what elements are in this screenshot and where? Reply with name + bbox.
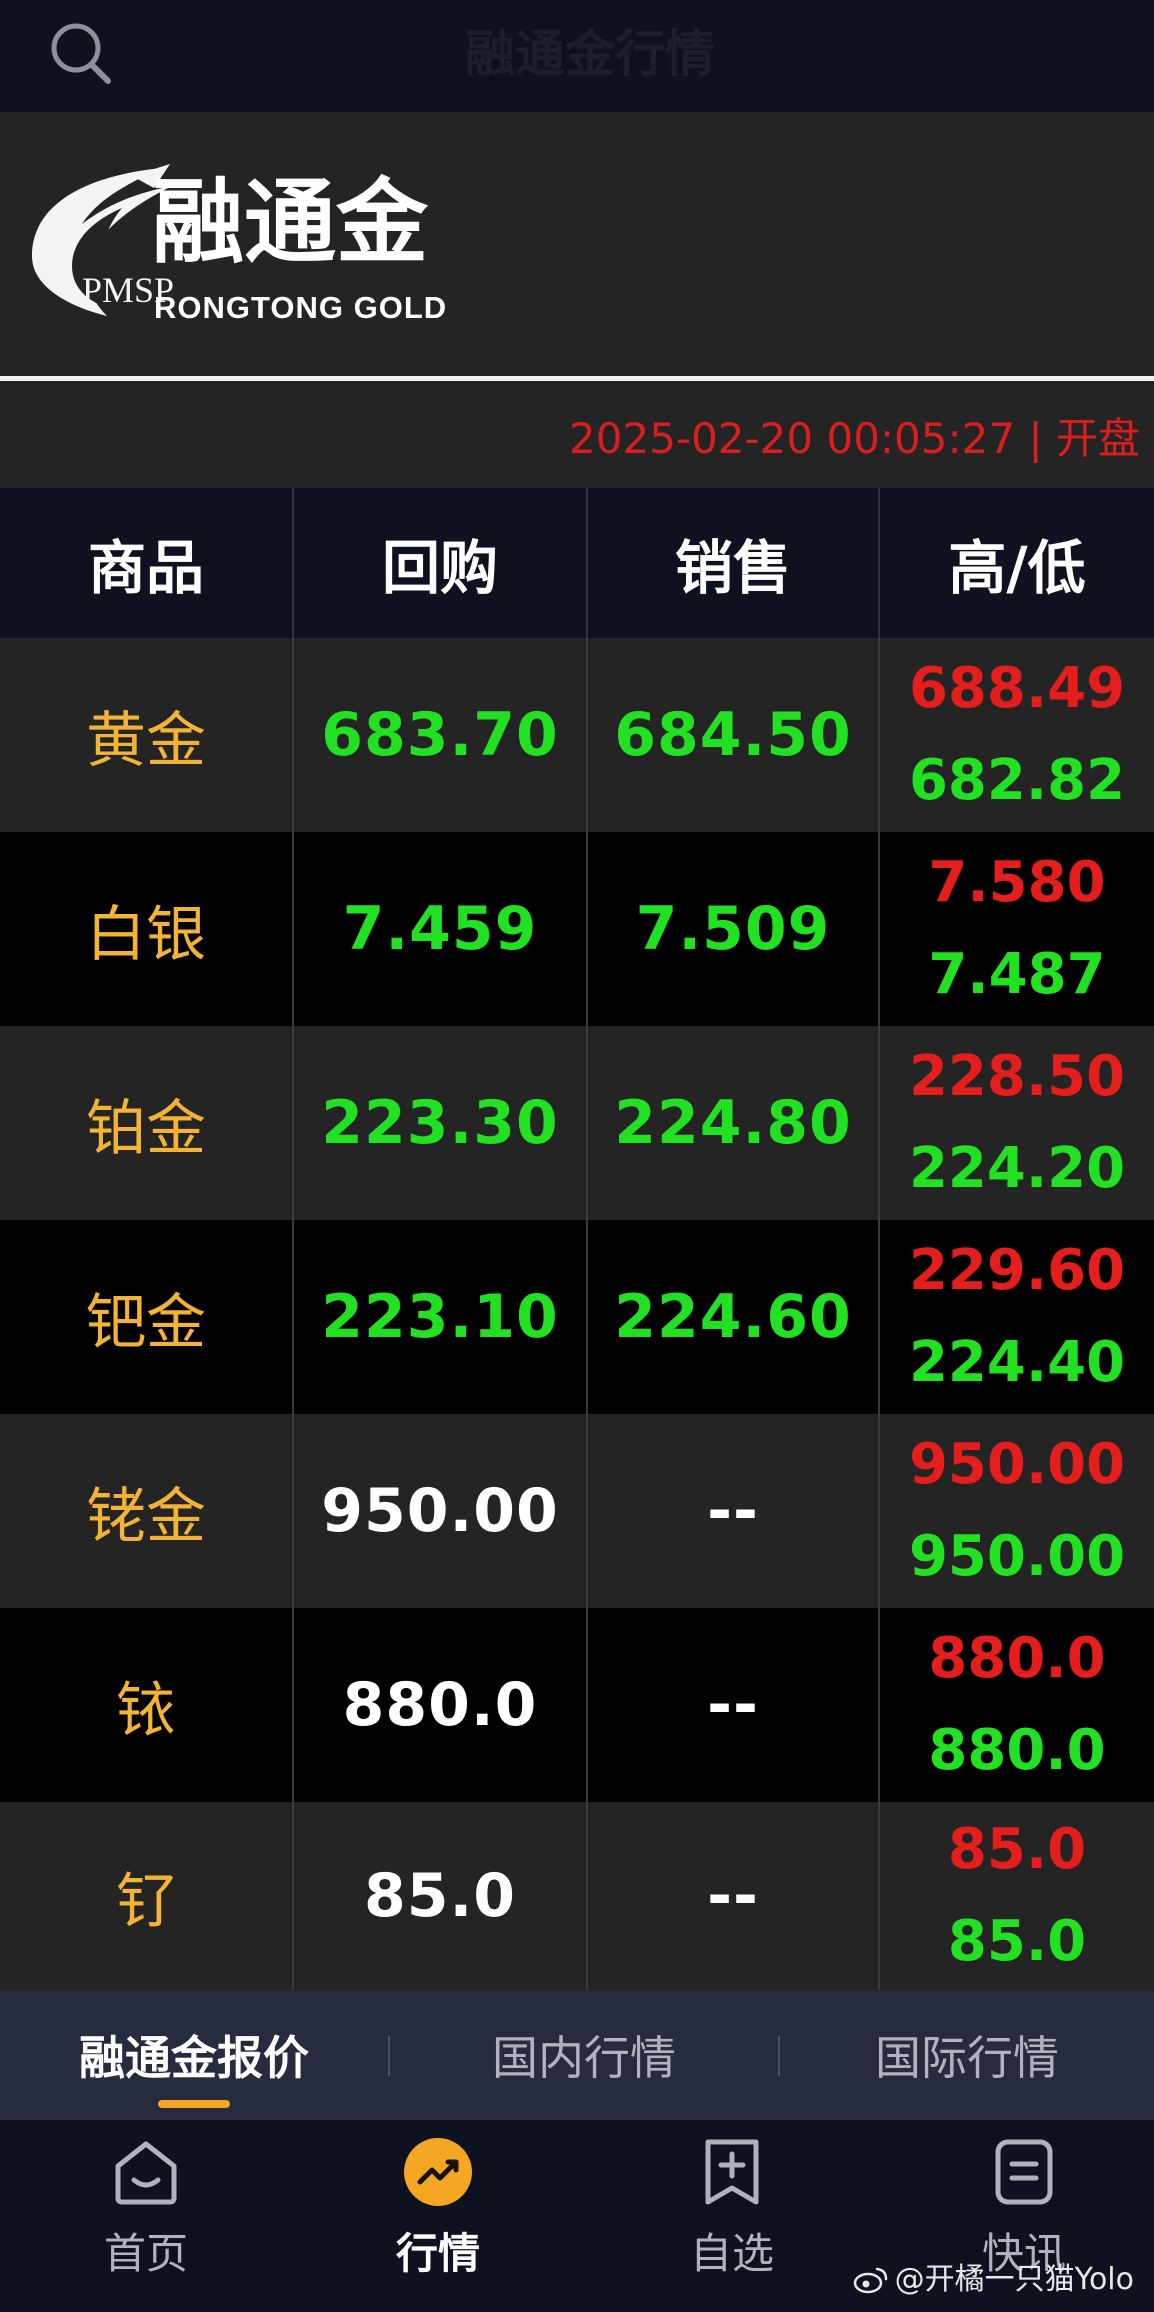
app-bar: 融通金行情: [0, 0, 1154, 112]
table-row[interactable]: 铑金 950.00 -- 950.00 950.00: [0, 1414, 1154, 1608]
table-row[interactable]: 铂金 223.30 224.80 228.50 224.20: [0, 1026, 1154, 1220]
app-title: 融通金行情: [465, 25, 715, 83]
buyback-price: 950.00: [321, 1476, 559, 1546]
nav-watchlist[interactable]: 自选: [632, 2120, 832, 2312]
table-row[interactable]: 黄金 683.70 684.50 688.49 682.82: [0, 638, 1154, 832]
buyback-price: 223.30: [321, 1088, 559, 1158]
buyback-price: 223.10: [321, 1282, 559, 1352]
table-header: 商品 回购 销售 高/低: [0, 488, 1154, 638]
add-favorite-icon: [705, 2139, 759, 2205]
news-icon: [995, 2139, 1053, 2205]
high-price: 688.49: [908, 656, 1126, 721]
table-row[interactable]: 钯金 223.10 224.60 229.60 224.40: [0, 1220, 1154, 1414]
brand-banner: PMSP 融通金 RONGTONG GOLD: [0, 112, 1154, 381]
sell-price: --: [707, 1476, 759, 1546]
product-name: 铑金: [86, 1481, 206, 1552]
low-price: 224.20: [908, 1136, 1126, 1201]
sell-price: --: [707, 1861, 759, 1931]
home-icon: [115, 2141, 177, 2205]
sell-price: 684.50: [614, 700, 852, 770]
nav-watchlist-label: 自选: [689, 2229, 774, 2278]
header-product: 商品: [87, 534, 204, 602]
tab-domestic-market[interactable]: 国内行情: [390, 1990, 778, 2120]
low-price: 7.487: [928, 942, 1106, 1007]
low-price: 85.0: [947, 1909, 1087, 1974]
tab-international-market[interactable]: 国际行情: [780, 1990, 1154, 2120]
watermark-text: @开橘一只猫Yolo: [894, 2262, 1134, 2297]
market-state: 开盘: [1055, 414, 1140, 463]
brand-name-cn: 融通金: [152, 169, 429, 276]
buyback-price: 85.0: [363, 1861, 517, 1931]
sell-price: 7.509: [635, 894, 831, 964]
market-trend-icon: [404, 2138, 472, 2206]
buyback-price: 7.459: [342, 894, 538, 964]
table-row[interactable]: 钌 85.0 -- 85.0 85.0: [0, 1802, 1154, 1990]
product-name: 黄金: [86, 705, 206, 776]
sell-price: 224.60: [614, 1282, 852, 1352]
header-sell: 销售: [674, 534, 791, 602]
product-name: 钯金: [86, 1287, 206, 1358]
status-bar: 2025-02-20 00:05:27 | 开盘: [0, 381, 1154, 488]
timestamp-separator: |: [1028, 414, 1043, 463]
product-name: 铂金: [86, 1093, 206, 1164]
header-high-low: 高/低: [948, 534, 1086, 602]
sell-price: --: [707, 1670, 759, 1740]
timestamp-value: 2025-02-20 00:05:27: [569, 414, 1016, 463]
search-icon[interactable]: [40, 14, 122, 96]
product-name: 白银: [86, 899, 206, 970]
table-row[interactable]: 铱 880.0 -- 880.0 880.0: [0, 1608, 1154, 1802]
nav-home[interactable]: 首页: [46, 2120, 246, 2312]
low-price: 950.00: [908, 1524, 1126, 1589]
weibo-icon: [853, 2267, 887, 2294]
low-price: 224.40: [908, 1330, 1126, 1395]
high-price: 7.580: [928, 850, 1106, 915]
nav-market[interactable]: 行情: [338, 2120, 538, 2312]
active-tab-indicator: [158, 2100, 230, 2108]
brand-name-en: RONGTONG GOLD: [154, 290, 447, 325]
rongtong-gold-logo: PMSP 融通金 RONGTONG GOLD: [32, 164, 447, 325]
sell-price: 224.80: [614, 1088, 852, 1158]
low-price: 682.82: [908, 748, 1126, 813]
high-price: 85.0: [947, 1817, 1087, 1882]
product-name: 钌: [116, 1866, 176, 1937]
nav-market-label: 行情: [395, 2229, 480, 2278]
low-price: 880.0: [928, 1718, 1106, 1783]
header-buyback: 回购: [381, 534, 498, 602]
update-timestamp: 2025-02-20 00:05:27 | 开盘: [569, 411, 1140, 467]
high-price: 950.00: [908, 1432, 1126, 1497]
high-price: 229.60: [908, 1238, 1126, 1303]
nav-home-label: 首页: [103, 2229, 188, 2278]
buyback-price: 880.0: [342, 1670, 538, 1740]
buyback-price: 683.70: [321, 700, 559, 770]
watermark: @开橘一只猫Yolo: [853, 2258, 1134, 2302]
table-row[interactable]: 白银 7.459 7.509 7.580 7.487: [0, 832, 1154, 1026]
quote-source-tabs: 融通金报价 国内行情 国际行情: [0, 1990, 1154, 2120]
product-name: 铱: [116, 1675, 176, 1746]
high-price: 228.50: [908, 1044, 1126, 1109]
high-price: 880.0: [928, 1626, 1106, 1691]
